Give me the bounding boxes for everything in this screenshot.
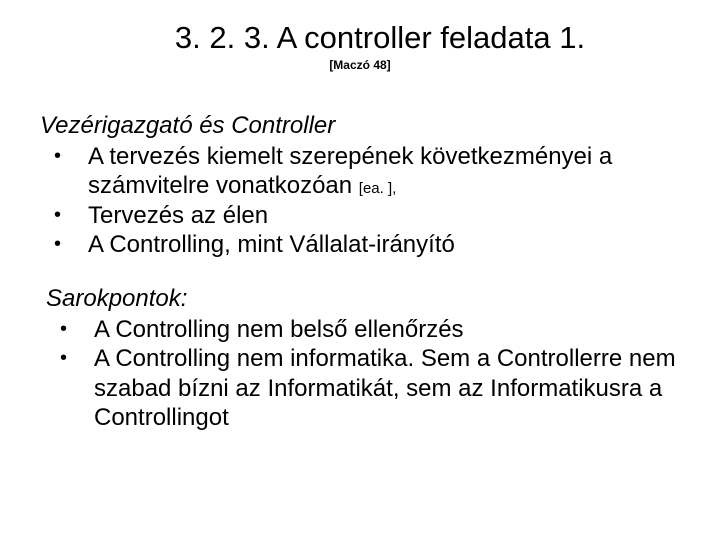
slide-citation: [Maczó 48] (40, 58, 680, 72)
list-item-text: A Controlling nem informatika. Sem a Con… (94, 345, 676, 431)
section1-list: A tervezés kiemelt szerepének következmé… (40, 142, 680, 259)
list-item-text: A tervezés kiemelt szerepének következmé… (88, 143, 612, 199)
slide-title: 3. 2. 3. A controller feladata 1. (90, 20, 670, 56)
list-item: A tervezés kiemelt szerepének következmé… (40, 142, 680, 201)
list-item: A Controlling, mint Vállalat-irányító (40, 230, 680, 259)
list-item: Tervezés az élen (40, 201, 680, 230)
list-item-text: A Controlling nem belső ellenőrzés (94, 316, 464, 343)
section2-heading: Sarokpontok: (46, 285, 680, 313)
list-item-text: Tervezés az élen (88, 202, 268, 229)
section1-heading: Vezérigazgató és Controller (40, 112, 680, 140)
list-item-small: [ea. ], (359, 180, 397, 197)
section2-list: A Controlling nem belső ellenőrzés A Con… (46, 315, 680, 432)
list-item: A Controlling nem informatika. Sem a Con… (46, 344, 680, 432)
list-item: A Controlling nem belső ellenőrzés (46, 315, 680, 344)
list-item-text: A Controlling, mint Vállalat-irányító (88, 231, 455, 258)
